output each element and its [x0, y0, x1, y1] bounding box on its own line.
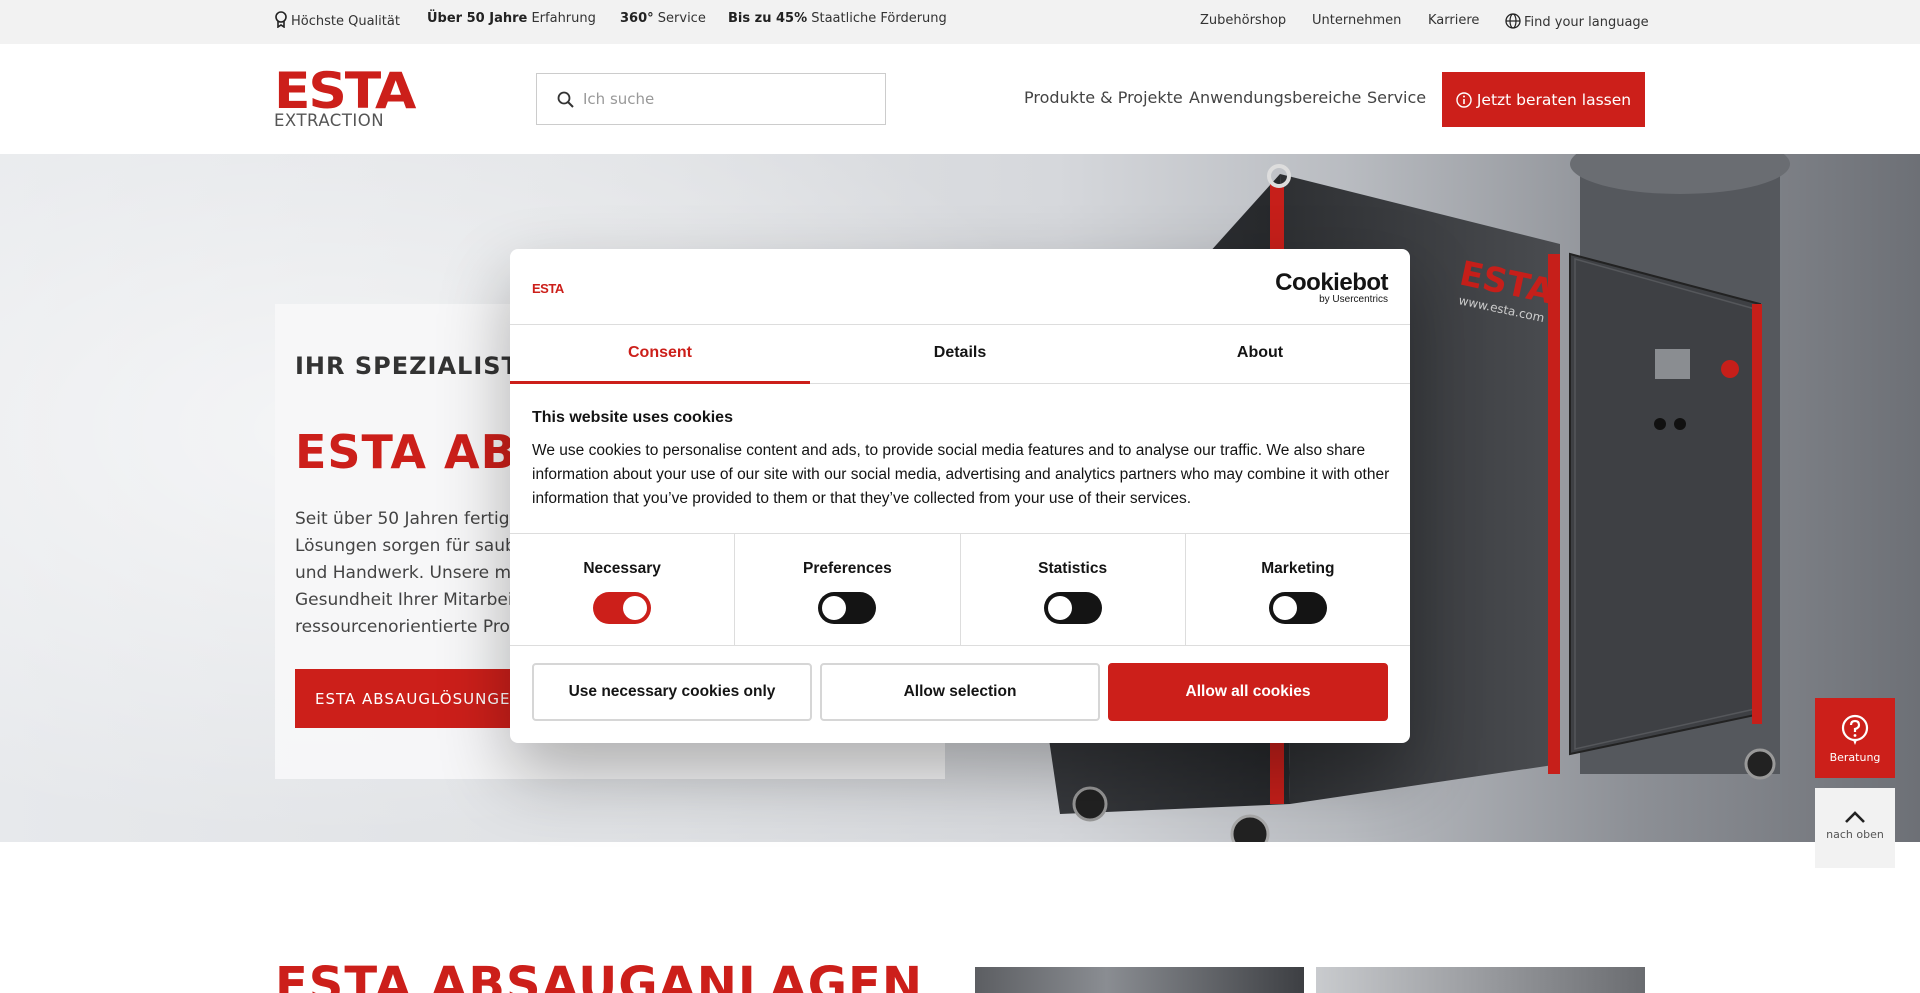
statistics-toggle[interactable]	[1043, 592, 1102, 624]
toggle-group-preferences: Preferences	[735, 534, 961, 645]
dialog-buttons: Use necessary cookies only Allow selecti…	[532, 663, 1388, 721]
marketing-toggle[interactable]	[1268, 592, 1327, 624]
dialog-tabs: Consent Details About	[510, 326, 1410, 384]
toggle-group-statistics: Statistics	[961, 534, 1186, 645]
tab-consent[interactable]: Consent	[510, 326, 810, 384]
cookie-category-toggles: Necessary Preferences Statistics Marketi…	[510, 533, 1410, 646]
dialog-body: This website uses cookies We use cookies…	[532, 409, 1390, 511]
tab-about[interactable]: About	[1110, 326, 1410, 383]
dialog-esta-logo: ESTA	[532, 281, 564, 296]
allow-all-button[interactable]: Allow all cookies	[1108, 663, 1388, 721]
preferences-toggle[interactable]	[818, 592, 877, 624]
dialog-header: ESTA Cookiebot by Usercentrics	[510, 249, 1410, 325]
necessary-only-button[interactable]: Use necessary cookies only	[532, 663, 812, 721]
dialog-heading: This website uses cookies	[532, 409, 733, 426]
cookiebot-logo[interactable]: Cookiebot by Usercentrics	[1275, 271, 1388, 305]
toggle-group-necessary: Necessary	[510, 534, 736, 645]
toggle-group-marketing: Marketing	[1186, 534, 1410, 645]
necessary-toggle[interactable]	[593, 592, 652, 624]
cookie-overlay: ESTA Cookiebot by Usercentrics Consent D…	[0, 0, 1920, 993]
cookie-consent-dialog: ESTA Cookiebot by Usercentrics Consent D…	[510, 249, 1410, 743]
dialog-text: We use cookies to personalise content an…	[532, 442, 1390, 507]
tab-details[interactable]: Details	[810, 326, 1110, 383]
allow-selection-button[interactable]: Allow selection	[820, 663, 1100, 721]
